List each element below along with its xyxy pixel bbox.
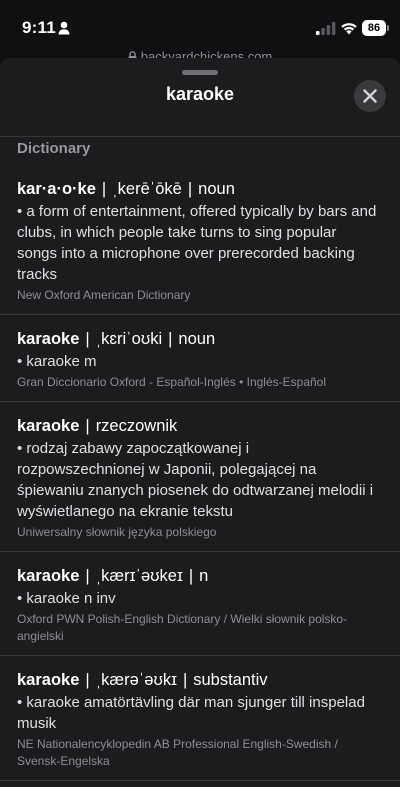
status-time: 9:11 (22, 18, 56, 37)
entry-headline: karaoke | ˌkærɪˈəʊkeɪ | n (17, 565, 380, 588)
separator: | (188, 567, 194, 585)
entry-source: NE Nationalencyklopedin AB Professional … (17, 737, 338, 768)
separator: | (168, 330, 173, 348)
entry-part-of-speech: substantiv (193, 671, 268, 689)
entry-part-of-speech: rzeczownik (95, 417, 178, 435)
entry-headword: karaoke (17, 567, 80, 585)
entry-source: New Oxford American Dictionary (17, 288, 191, 302)
dictionary-entry[interactable]: karaoke | ˌkærɪˈəʊkeɪ | n • karaoke n inv Ox… (0, 552, 400, 656)
entry-headline: karaoke | ˌkɛriˈoʊki | noun (17, 328, 380, 351)
separator: | (85, 567, 90, 585)
battery-icon: 86 (362, 20, 386, 36)
entry-pronunciation: ˌkɛriˈoʊki (95, 330, 163, 348)
entry-source: Gran Diccionario Oxford - Español-Inglés… (17, 375, 327, 389)
entry-part-of-speech: noun (178, 330, 216, 348)
dictionary-entries: kar·a·o·ke | ˌkerēˈōkē | noun • a form of en… (0, 174, 400, 781)
separator: | (182, 671, 188, 689)
entry-definition: • a form of entertainment, offered typic… (17, 203, 377, 283)
entry-headline: karaoke | ˌkærəˈəʊkɪ | substantiv (17, 669, 380, 692)
sheet-title: karaoke (165, 84, 235, 104)
wifi-icon (341, 23, 357, 35)
entry-pronunciation: ˌkærɪˈəʊkeɪ (95, 567, 183, 585)
entry-source: Oxford PWN Polish-English Dictionary / W… (17, 612, 348, 643)
separator: | (187, 180, 193, 198)
entry-headword: karaoke (17, 330, 80, 348)
entry-headword: karaoke (17, 417, 80, 435)
entry-definition: • rodzaj zabawy zapoczątkowanej i rozpow… (17, 440, 374, 520)
status-bar: 9:11 86 (0, 0, 400, 48)
separator: | (85, 671, 90, 689)
entry-definition: • karaoke n inv (17, 590, 116, 607)
separator: | (85, 330, 90, 348)
dictionary-entry[interactable]: karaoke | ˌkærəˈəʊkɪ | substantiv • karaoke … (0, 656, 400, 781)
entry-source: Uniwersalny słownik języka polskiego (17, 525, 217, 539)
entry-part-of-speech: n (199, 567, 209, 585)
close-icon (363, 89, 377, 103)
entry-pronunciation: ˌkerēˈōkē (112, 180, 182, 198)
entry-headword: kar·a·o·ke (17, 180, 96, 198)
entry-headline: kar·a·o·ke | ˌkerēˈōkē | noun (17, 178, 380, 201)
entry-pronunciation: ˌkærəˈəʊkɪ (95, 671, 177, 689)
close-button[interactable] (354, 80, 386, 112)
person-icon (58, 21, 70, 35)
cellular-signal-icon (316, 22, 336, 35)
dictionary-entry[interactable]: kar·a·o·ke | ˌkerēˈōkē | noun • a form of en… (0, 174, 400, 315)
battery-nub (387, 25, 389, 31)
separator: | (101, 180, 107, 198)
entry-definition: • karaoke m (17, 353, 97, 370)
entry-headword: karaoke (17, 671, 80, 689)
sheet-grabber[interactable] (182, 70, 218, 75)
entry-part-of-speech: noun (198, 180, 235, 198)
screen: 9:11 86 backyardchickens.com karaoke Dic… (0, 0, 400, 787)
dictionary-entry[interactable]: karaoke | ˌkɛriˈoʊki | noun • karaoke m Gran… (0, 315, 400, 402)
lookup-sheet: karaoke Dictionary kar·a·o·ke | ˌkerēˈōkē |… (0, 58, 400, 787)
section-header: Dictionary (17, 140, 91, 157)
entry-definition: • karaoke amatörtävling där man sjunger … (17, 694, 365, 732)
section-divider (0, 136, 400, 137)
entry-headline: karaoke | rzeczownik (17, 415, 380, 438)
separator: | (85, 417, 90, 435)
dictionary-entry[interactable]: karaoke | rzeczownik • rodzaj zabawy zapoc… (0, 402, 400, 552)
